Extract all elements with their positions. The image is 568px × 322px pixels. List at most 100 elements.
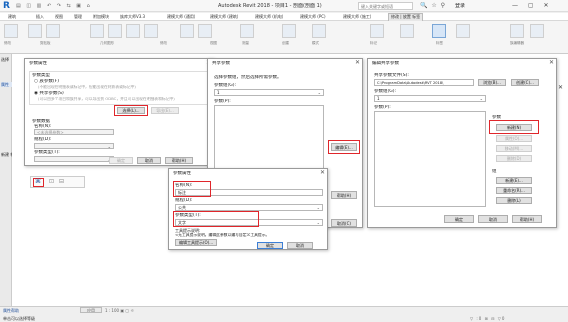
ok-button-edit[interactable]: 确定 [444,215,474,223]
family-param-radio[interactable]: ○ 族参数(F) [34,79,59,85]
view-close-icon[interactable]: ✕ [558,84,563,92]
join-icon[interactable] [90,24,104,38]
modify-tool-icon[interactable] [4,24,18,38]
groups-heading: 组 [492,169,497,174]
load-into-project-icon[interactable] [510,24,524,38]
family-types-icon[interactable]: ⌘ [35,178,41,186]
ribbon-label-geometry: 几何图形 [100,41,114,45]
mode-icon[interactable] [312,24,326,38]
help-search[interactable] [358,2,413,10]
new-param-ok-button[interactable]: 确定 [257,242,283,249]
help-button[interactable]: 帮助(H) [165,157,193,164]
mini-toolbar: ⌘ ⊡ ⊟ [30,176,85,188]
param-group-select[interactable]: 1 ⌄ [214,89,324,96]
ribbon-label-create: 创建 [282,41,289,45]
left-properties-label[interactable]: 属性 [1,82,12,87]
status-right-icons[interactable]: ▽ :0 ⊞ ⊟ ▽0 [470,316,505,321]
shared-param-radio[interactable]: ◉ 共享参数(S) [34,91,64,97]
array-icon[interactable] [198,24,212,38]
chevron-down-icon: ⌄ [107,144,111,149]
params-list-label: 参数(P): [214,99,231,104]
help-button-shared[interactable]: 帮助(H) [331,191,357,199]
close-icon[interactable]: ✕ [320,169,325,177]
close-icon[interactable]: ✕ [355,59,360,67]
discipline-select[interactable]: ⌄ [34,143,114,149]
rotate-icon[interactable] [144,24,158,38]
apply-button[interactable]: 应用 [80,307,102,313]
edit-label-icon[interactable] [432,24,446,38]
tab-bim-general[interactable]: 建模大师 (通用) [167,14,195,19]
title-icons[interactable]: 🔍 ☆ ⚲ [420,2,446,10]
tab-architecture[interactable]: 建筑 [8,14,16,19]
browse-button[interactable]: 浏览(B)... [478,79,506,86]
new-param-cancel-button[interactable]: 取消 [287,242,313,249]
params-list[interactable] [214,105,324,175]
tab-insert[interactable]: 插入 [36,14,44,19]
move-icon[interactable] [126,24,140,38]
ribbon-label-measure: 测量 [242,41,249,45]
align-text-icon[interactable] [456,24,470,38]
edit-group-value: 1 [377,96,380,101]
new-param-title: 参数属性 [173,171,191,176]
tab-addins[interactable]: 附加模块 [93,14,109,19]
tab-manage[interactable]: 管理 [74,14,82,19]
new-param-discipline-label: 规程(D): [175,198,193,203]
ribbon-panel: 修改 剪贴板 几何图形 修改 视图 测量 创建 模式 标记 标签 族编辑器 [0,21,568,54]
new-param-dialog: 参数属性 ✕ 名称(N): 标注 规程(D): 公共 ⌄ 参数类型(T): 文字 ⌄… [168,168,328,250]
edit-group-select[interactable]: 1 ⌄ [374,95,486,102]
cancel-button[interactable]: 取消 [137,157,161,164]
export-param-button[interactable]: 导出(E)... [151,107,179,114]
delete-group-button[interactable]: 删除(L) [496,197,532,204]
tab-modify-place-label[interactable]: 修改 | 放置 标签 [388,13,424,21]
param-type-heading: 参数类型 [32,73,50,78]
edit-params-list[interactable] [374,111,486,207]
shared-file-field[interactable]: C:\ProgramData\Autodesk\RVT 2018\ [374,79,474,86]
ok-button[interactable]: 确定 [109,157,133,164]
rename-group-button[interactable]: 重命名(R)... [496,187,532,194]
tag-icon[interactable] [370,24,384,38]
family-param-note: (不能出现在明细表或标记中，但能出现在材质表或标记中) [38,85,136,89]
measure-icon[interactable] [240,24,254,38]
create-icon[interactable] [282,24,296,38]
view-control-bar[interactable]: 1 : 100 ▣ ▢ ☼ [105,308,134,313]
window-controls[interactable]: — ▢ ✕ [512,2,553,10]
edit-tooltip-button[interactable]: 编辑工具提示(O)... [175,239,217,246]
help-button-edit[interactable]: 帮助(H) [512,215,542,223]
edit-param-icon[interactable]: ⊟ [59,178,64,186]
tab-bim-mep[interactable]: 建模大师 (机电) [255,14,283,19]
new-param-icon[interactable]: ⊡ [49,178,54,186]
create-file-button[interactable]: 创建(C)... [511,79,539,86]
quick-access-toolbar[interactable]: ▤ ◫ ▥ ↶ ↷ ⇆ ▣ ⌂ [16,3,106,9]
tab-view[interactable]: 视图 [55,14,63,19]
highlight-new-button [489,120,539,134]
new-param-discipline-select[interactable]: 公共 ⌄ [175,204,323,211]
help-search-input[interactable] [359,3,412,9]
discipline-label: 规程(D): [34,137,52,142]
tab-bim-arch[interactable]: 建模大师 (建筑) [210,14,238,19]
load-and-close-icon[interactable] [530,24,544,38]
tab-bim-pc[interactable]: 建模大师 (PC) [300,14,326,19]
param-type-select[interactable]: ⌄ [34,156,114,162]
tab-family-lib[interactable]: 族库大师V3.3 [120,14,145,19]
cancel-button-edit[interactable]: 取消 [478,215,508,223]
ribbon-label-tag: 标记 [370,41,377,45]
signin-link[interactable]: 登录 [455,3,465,9]
paste-icon[interactable] [28,24,42,38]
mirror-icon[interactable] [180,24,194,38]
align-icon[interactable] [108,24,122,38]
cancel-button-shared[interactable]: 取消(C) [331,219,357,227]
cut-icon[interactable] [46,24,60,38]
close-icon[interactable]: ✕ [549,59,554,67]
move-param-button[interactable]: 移动(M)... [496,145,532,152]
revit-logo-icon[interactable]: R [3,1,13,11]
ribbon-tab-bar: 建筑 插入 视图 管理 附加模块 族库大师V3.3 建模大师 (通用) 建模大师… [0,13,568,21]
param-props-button[interactable]: 属性(O)... [496,135,532,142]
new-group-button[interactable]: 新建(E)... [496,177,532,184]
delete-param-button[interactable]: 删除(D) [496,155,532,162]
param-name-field[interactable]: <未选择参数> [34,129,114,135]
label-icon[interactable] [400,24,414,38]
ribbon-label-modify: 修改 [4,41,11,45]
left-select-label[interactable]: 选择 [1,57,9,62]
properties-help-link[interactable]: 属性帮助 [3,308,19,313]
tab-bim-construction[interactable]: 建模大师 (施工) [343,14,371,19]
